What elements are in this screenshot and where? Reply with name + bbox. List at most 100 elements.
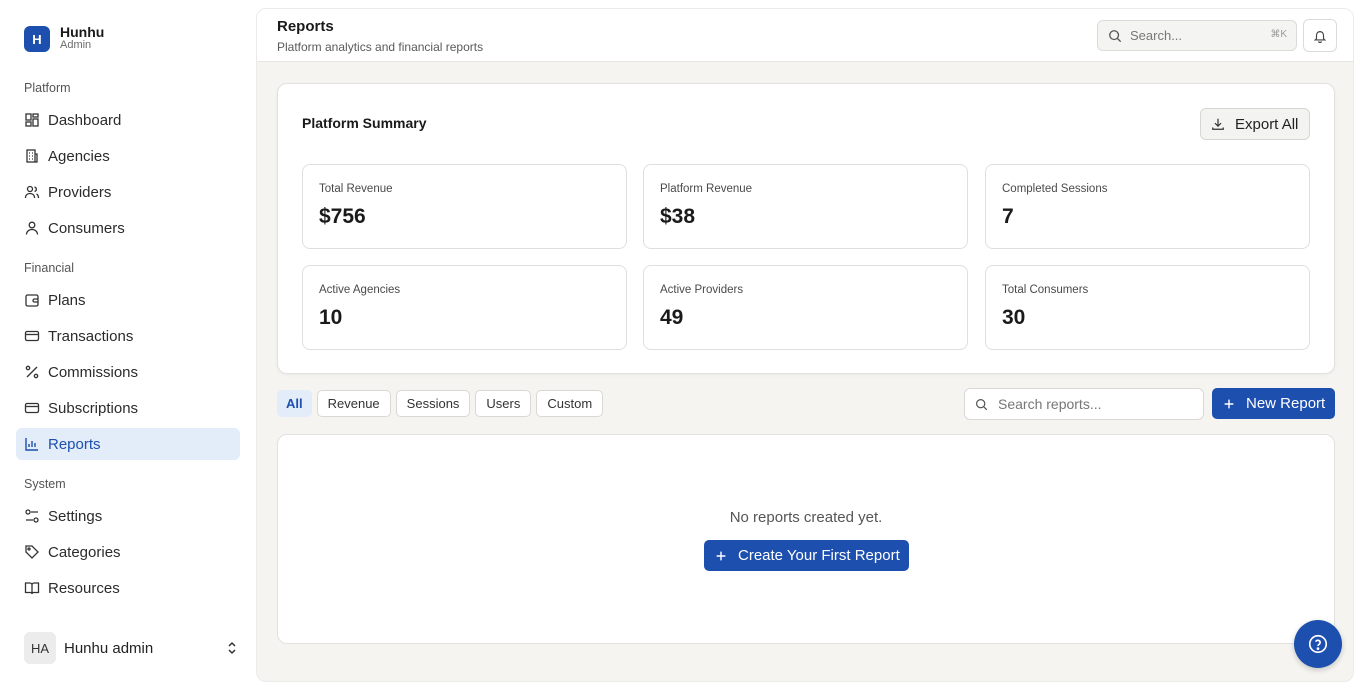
stat-card-active-providers: Active Providers 49	[643, 265, 968, 350]
search-icon	[1109, 29, 1122, 42]
sliders-icon	[25, 509, 39, 523]
global-search-input[interactable]: Search... ⌘K	[1097, 20, 1297, 51]
stat-card-active-agencies: Active Agencies 10	[302, 265, 627, 350]
bar-chart-icon	[25, 438, 38, 451]
percent-icon	[25, 365, 39, 379]
report-search-input[interactable]: Search reports...	[964, 388, 1204, 420]
filter-tab-users[interactable]: Users	[475, 390, 532, 417]
stat-label: Active Agencies	[319, 284, 401, 296]
page-header: Reports Platform analytics and financial…	[257, 9, 1353, 62]
sidebar-item-label: Reports	[48, 435, 101, 453]
sidebar-item-dashboard[interactable]: Dashboard	[16, 104, 240, 136]
sidebar-item-label: Transactions	[48, 327, 134, 345]
export-all-label: Export All	[1235, 115, 1299, 133]
filter-tab-revenue[interactable]: Revenue	[316, 390, 391, 417]
help-button[interactable]	[1294, 620, 1342, 668]
stat-value: 7	[1002, 205, 1014, 228]
avatar: HA	[24, 632, 56, 664]
sidebar-item-label: Commissions	[48, 363, 139, 381]
users-icon	[24, 185, 40, 199]
new-report-button[interactable]: New Report	[1212, 388, 1335, 419]
stat-card-total-consumers: Total Consumers 30	[985, 265, 1310, 350]
chevron-up-down-icon	[228, 641, 236, 655]
filter-tab-sessions[interactable]: Sessions	[395, 390, 471, 417]
book-open-icon	[24, 582, 40, 595]
stat-value: 49	[660, 306, 684, 329]
create-first-report-button[interactable]: Create Your First Report	[704, 540, 909, 571]
stat-value: 30	[1002, 306, 1026, 329]
report-filter-tabs: All Revenue Sessions Users Custom	[277, 390, 608, 417]
filter-tab-all[interactable]: All	[277, 390, 312, 417]
credit-card-icon	[24, 330, 40, 342]
sidebar-item-label: Dashboard	[48, 111, 122, 129]
report-search-placeholder: Search reports...	[998, 396, 1102, 412]
stat-card-completed-sessions: Completed Sessions 7	[985, 164, 1310, 249]
search-icon	[976, 398, 988, 410]
brand-name: Hunhu	[60, 24, 105, 40]
empty-state-text: No reports created yet.	[729, 509, 883, 526]
dashboard-icon	[25, 113, 39, 127]
sidebar-item-subscriptions[interactable]: Subscriptions	[16, 392, 240, 424]
search-placeholder: Search...	[1130, 28, 1183, 43]
user-name: Hunhu admin	[64, 639, 154, 657]
tag-icon	[25, 545, 39, 559]
sidebar-item-reports[interactable]: Reports	[16, 428, 240, 460]
sidebar-item-label: Settings	[48, 507, 103, 525]
credit-card-icon	[24, 402, 40, 414]
platform-summary-card: Platform Summary Export All Total Revenu…	[277, 83, 1335, 374]
stat-label: Platform Revenue	[660, 183, 753, 195]
filter-tab-custom[interactable]: Custom	[536, 390, 604, 417]
stat-label: Total Consumers	[1002, 284, 1089, 296]
reports-list-panel: No reports created yet. Create Your Firs…	[277, 434, 1335, 644]
summary-title: Platform Summary	[302, 115, 427, 131]
sidebar-item-commissions[interactable]: Commissions	[16, 356, 240, 388]
bell-icon	[1313, 30, 1327, 43]
create-first-report-label: Create Your First Report	[738, 547, 900, 564]
brand-role: Admin	[60, 39, 92, 51]
sidebar-item-label: Plans	[48, 291, 86, 309]
notifications-button[interactable]	[1303, 19, 1337, 52]
export-all-button[interactable]: Export All	[1200, 108, 1310, 140]
stat-label: Completed Sessions	[1002, 183, 1108, 195]
sidebar-item-settings[interactable]: Settings	[16, 500, 240, 532]
wallet-icon	[25, 294, 39, 307]
sidebar-item-transactions[interactable]: Transactions	[16, 320, 240, 352]
sidebar-item-label: Agencies	[48, 147, 110, 165]
user-menu[interactable]: HA Hunhu admin	[24, 632, 240, 664]
sidebar-item-label: Subscriptions	[48, 399, 139, 417]
help-circle-icon	[1308, 634, 1328, 654]
main-content: Reports Platform analytics and financial…	[256, 8, 1354, 682]
nav-group-financial: Financial	[24, 261, 75, 275]
page-title: Reports	[277, 18, 334, 35]
sidebar-item-label: Consumers	[48, 219, 125, 237]
download-icon	[1212, 118, 1224, 130]
plus-icon	[1224, 399, 1234, 408]
page-subtitle: Platform analytics and financial reports	[277, 40, 484, 54]
sidebar-item-resources[interactable]: Resources	[16, 572, 240, 604]
stat-label: Active Providers	[660, 284, 744, 296]
brand[interactable]: H Hunhu Admin	[24, 24, 105, 52]
brand-logo: H	[24, 26, 50, 52]
new-report-label: New Report	[1246, 395, 1326, 412]
nav-group-platform: Platform	[24, 81, 71, 95]
nav-group-system: System	[24, 477, 66, 491]
stat-card-total-revenue: Total Revenue $756	[302, 164, 627, 249]
stat-value: $756	[319, 205, 366, 228]
stat-value: $38	[660, 205, 696, 228]
sidebar-item-categories[interactable]: Categories	[16, 536, 240, 568]
sidebar-item-label: Providers	[48, 183, 112, 201]
stat-value: 10	[319, 306, 343, 329]
sidebar-item-providers[interactable]: Providers	[16, 176, 240, 208]
sidebar-item-label: Categories	[48, 543, 121, 561]
plus-icon	[716, 551, 726, 560]
keyboard-shortcut: ⌘K	[1270, 29, 1287, 40]
stat-card-platform-revenue: Platform Revenue $38	[643, 164, 968, 249]
building-icon	[26, 149, 38, 163]
stat-label: Total Revenue	[319, 183, 393, 195]
sidebar-item-label: Resources	[48, 579, 120, 597]
sidebar-item-consumers[interactable]: Consumers	[16, 212, 240, 244]
sidebar-item-agencies[interactable]: Agencies	[16, 140, 240, 172]
user-icon	[25, 221, 39, 235]
sidebar-item-plans[interactable]: Plans	[16, 284, 240, 316]
sidebar: H Hunhu Admin Platform Dashboard Agencie…	[0, 0, 256, 688]
